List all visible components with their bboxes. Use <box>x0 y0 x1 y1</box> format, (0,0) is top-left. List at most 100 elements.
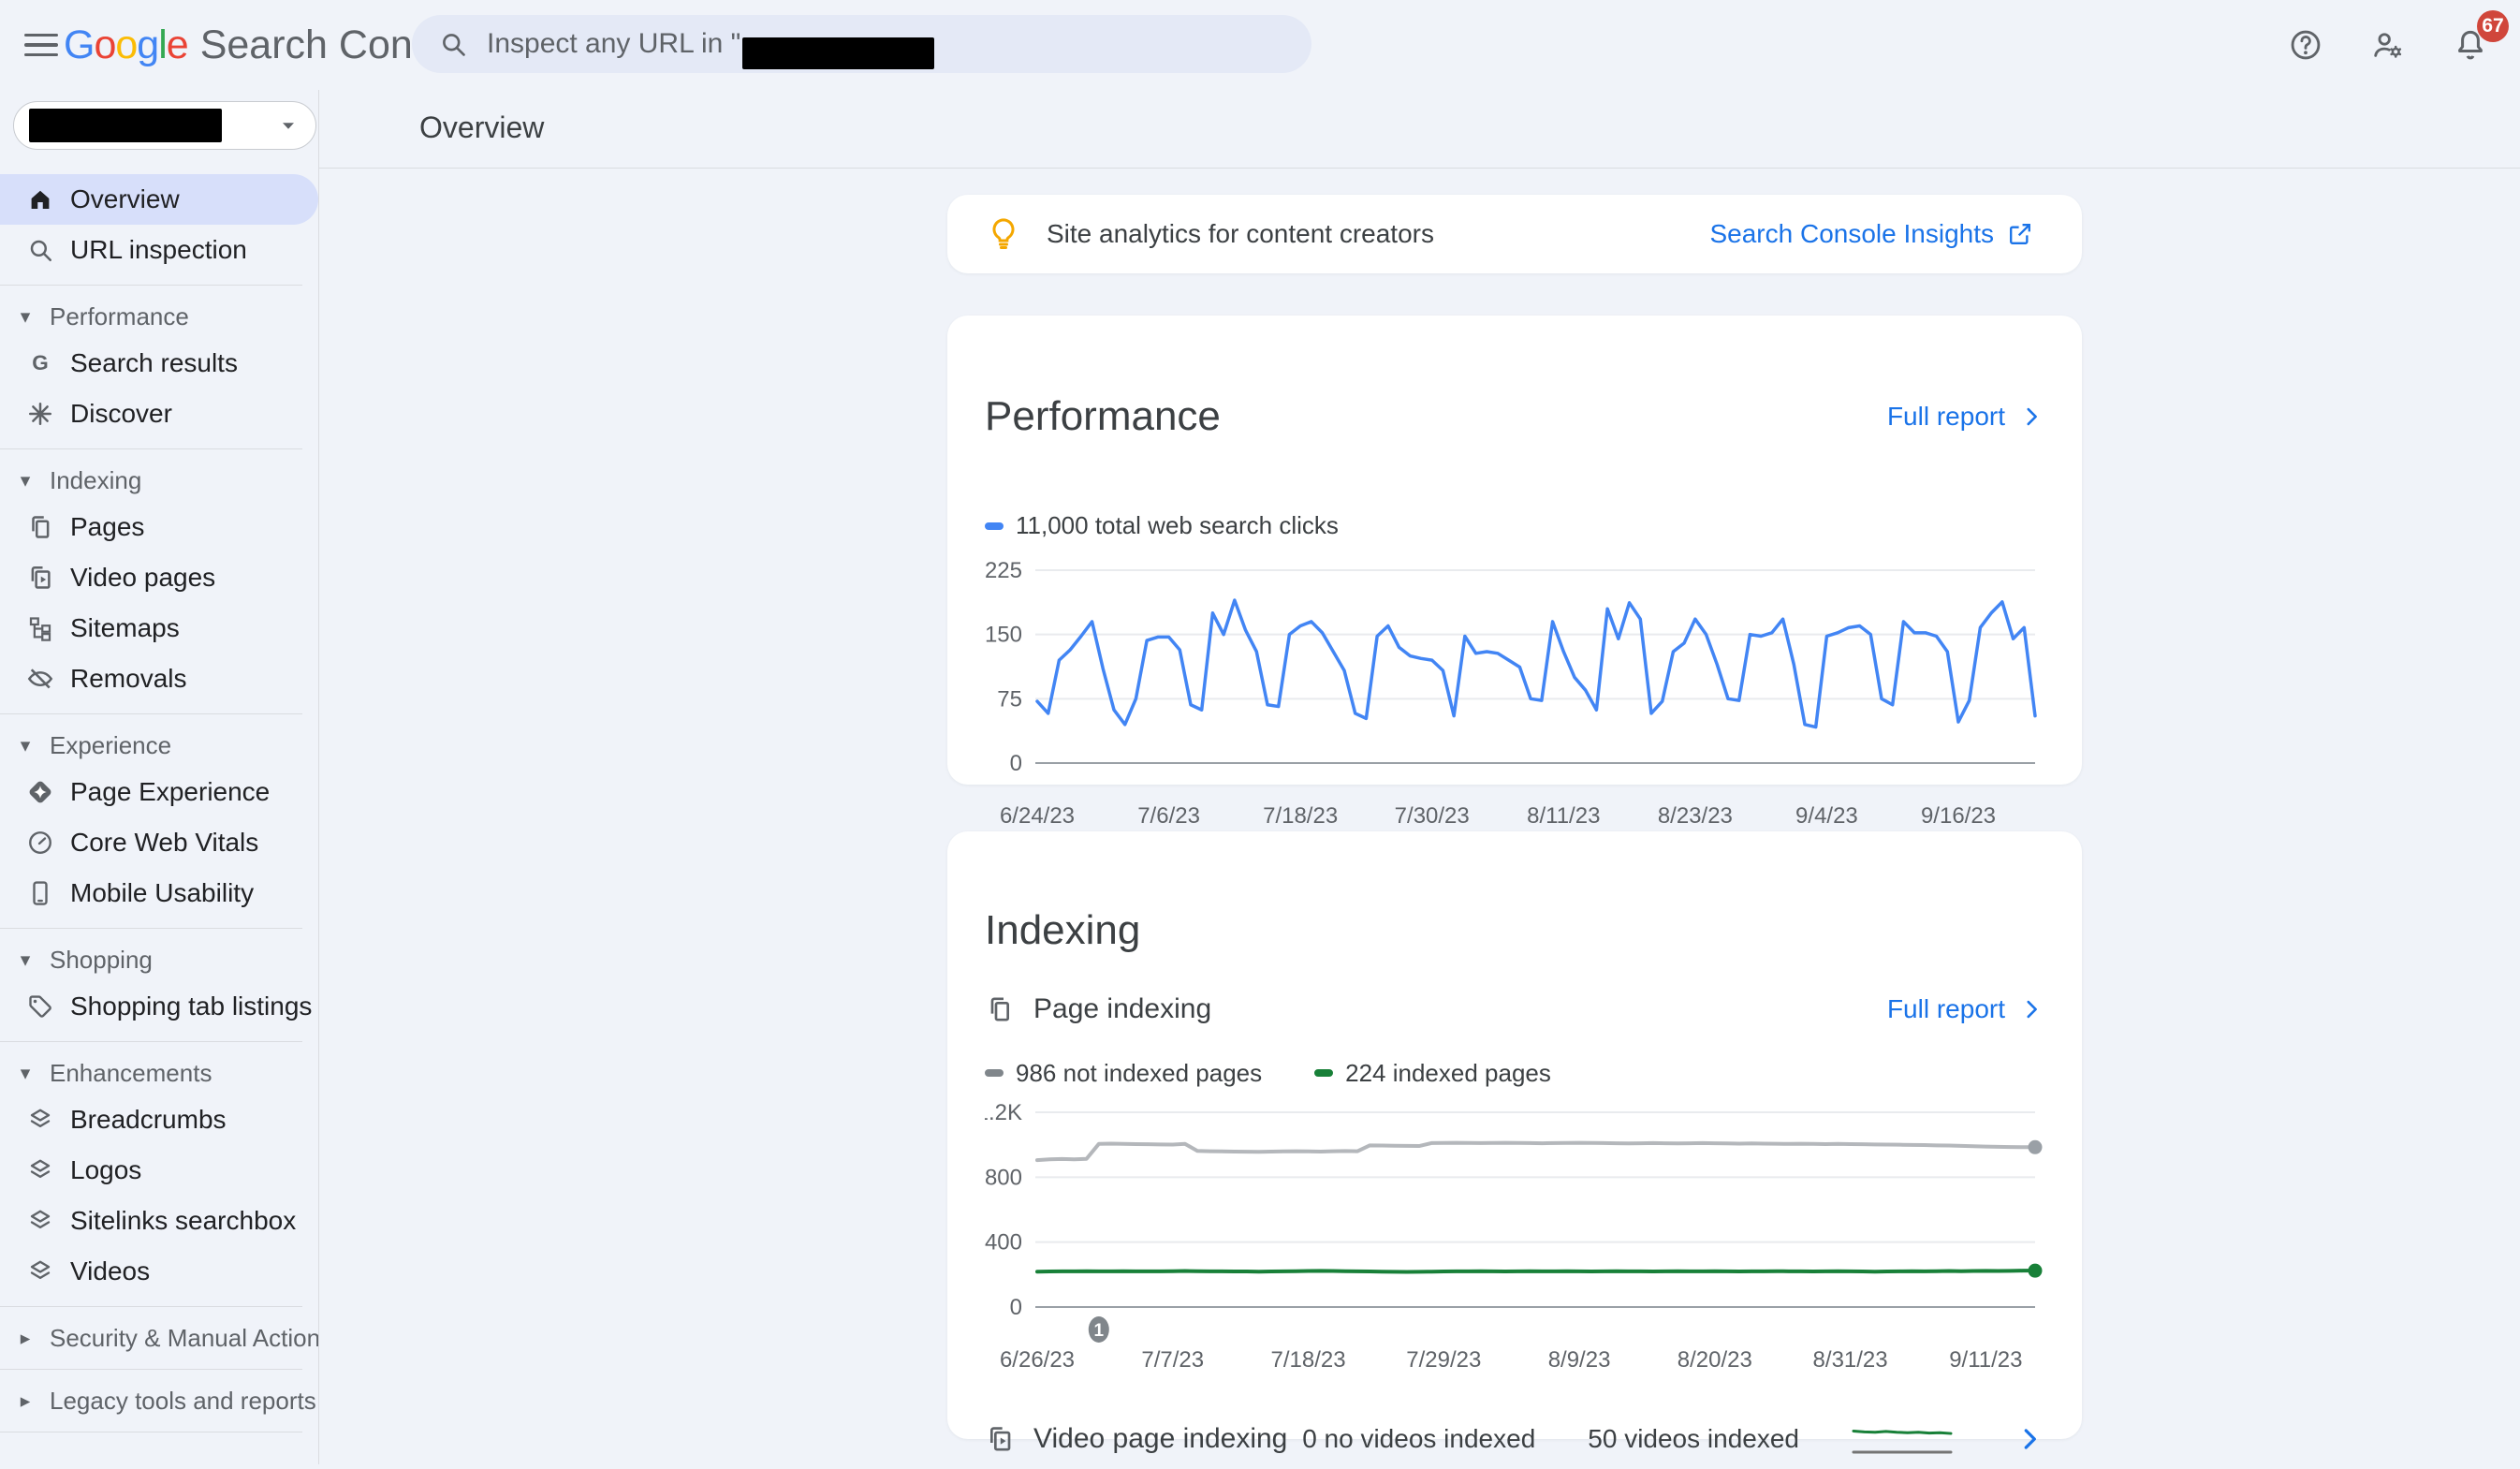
divider <box>0 448 302 449</box>
google-g-icon: G <box>26 349 54 377</box>
chevron-down-icon: ▾ <box>14 1062 37 1085</box>
notifications-bell-icon[interactable]: 67 <box>2449 23 2492 66</box>
videos-not-indexed-stat: 0 no videos indexed <box>1302 1424 1535 1454</box>
sidebar-section-performance[interactable]: ▾Performance <box>0 295 318 338</box>
legend-dash <box>985 1069 1004 1077</box>
sidebar-item-label: Sitelinks searchbox <box>70 1206 296 1236</box>
sidebar-item-url-inspection[interactable]: URL inspection <box>0 225 318 275</box>
sidebar-section-label: Indexing <box>50 466 141 495</box>
sidebar-item-removals[interactable]: Removals <box>0 654 318 704</box>
chevron-right-icon <box>2018 404 2044 430</box>
sidebar-section-shopping[interactable]: ▾Shopping <box>0 938 318 981</box>
chevron-right-icon: ▸ <box>14 1389 37 1413</box>
svg-text:8/11/23: 8/11/23 <box>1527 803 1600 829</box>
property-selector[interactable] <box>13 101 316 150</box>
svg-text:9/11/23: 9/11/23 <box>1949 1347 2022 1373</box>
lightbulb-icon <box>985 215 1022 253</box>
sidebar-item-overview[interactable]: Overview <box>0 174 318 225</box>
sidebar-nav: OverviewURL inspection▾PerformanceGSearc… <box>0 174 318 1432</box>
pages-icon <box>26 513 54 541</box>
sidebar-section-legacy-tools-and-reports[interactable]: ▸ Legacy tools and reports <box>0 1379 318 1422</box>
discover-icon <box>26 400 54 428</box>
main-menu-icon[interactable] <box>21 24 62 66</box>
chevron-right-icon: ▸ <box>14 1327 37 1350</box>
sidebar-section-indexing[interactable]: ▾Indexing <box>0 459 318 502</box>
sidebar-section-label: Performance <box>50 302 189 331</box>
sidebar-item-pages[interactable]: Pages <box>0 502 318 552</box>
svg-text:1: 1 <box>1094 1321 1105 1341</box>
manage-users-icon[interactable] <box>2366 23 2410 66</box>
search-console-insights-link[interactable]: Search Console Insights <box>1709 219 2033 249</box>
divider <box>0 1306 302 1307</box>
svg-text:800: 800 <box>985 1165 1022 1190</box>
sidebar-item-label: Pages <box>70 512 144 542</box>
svg-text:75: 75 <box>997 686 1022 712</box>
google-logo-letter: e <box>167 22 188 67</box>
google-logo-letter: G <box>64 22 94 67</box>
legend-label: 11,000 total web search clicks <box>1016 511 1339 540</box>
sidebar-item-videos[interactable]: Videos <box>0 1246 318 1297</box>
sidebar-section-label: Legacy tools and reports <box>50 1387 316 1416</box>
svg-text:0: 0 <box>1010 1295 1022 1320</box>
layers-icon <box>26 1207 54 1235</box>
legend-dash <box>985 522 1004 530</box>
dropdown-caret-icon <box>274 111 302 140</box>
svg-text:7/18/23: 7/18/23 <box>1270 1347 1345 1373</box>
sidebar-item-breadcrumbs[interactable]: Breadcrumbs <box>0 1094 318 1145</box>
legend-label: 224 indexed pages <box>1345 1059 1551 1088</box>
svg-text:6/24/23: 6/24/23 <box>1000 803 1075 829</box>
video-indexing-sparkline <box>1852 1420 1956 1458</box>
performance-card-title: Performance <box>985 393 1221 440</box>
sidebar-item-discover[interactable]: Discover <box>0 389 318 439</box>
layers-icon <box>26 1106 54 1134</box>
divider <box>0 1041 302 1042</box>
sidebar-item-label: Video pages <box>70 563 215 593</box>
svg-text:7/18/23: 7/18/23 <box>1263 803 1338 829</box>
sidebar-item-page-experience[interactable]: Page Experience <box>0 767 318 817</box>
chevron-down-icon: ▾ <box>14 734 37 757</box>
sidebar-item-video-pages[interactable]: Video pages <box>0 552 318 603</box>
sidebar-item-search-results[interactable]: GSearch results <box>0 338 318 389</box>
video-page-indexing-row[interactable]: Video page indexing 0 no videos indexed … <box>985 1409 2044 1469</box>
svg-text:7/7/23: 7/7/23 <box>1141 1347 1204 1373</box>
sidebar-item-label: Overview <box>70 184 180 214</box>
performance-full-report-link[interactable]: Full report <box>1887 402 2044 432</box>
annotation-marker[interactable]: 1 <box>1089 1316 1109 1343</box>
url-inspection-search-input[interactable]: Inspect any URL in " <box>412 15 1311 73</box>
open-in-new-icon <box>2007 221 2033 247</box>
performance-line-chart: 0751502256/24/237/6/237/18/237/30/238/11… <box>985 551 2044 837</box>
page-experience-icon <box>26 778 54 806</box>
home-icon <box>26 185 54 213</box>
sidebar-item-mobile-usability[interactable]: Mobile Usability <box>0 868 318 918</box>
sidebar-item-sitemaps[interactable]: Sitemaps <box>0 603 318 654</box>
divider <box>0 928 302 929</box>
sidebar-item-core-web-vitals[interactable]: Core Web Vitals <box>0 817 318 868</box>
sidebar-item-shopping-tab-listings[interactable]: Shopping tab listings <box>0 981 318 1032</box>
help-icon[interactable] <box>2284 23 2327 66</box>
performance-card: Performance Full report 11,000 total web… <box>947 316 2082 785</box>
svg-text:9/16/23: 9/16/23 <box>1921 803 1996 829</box>
video-pages-icon <box>26 564 54 592</box>
search-icon <box>438 29 468 59</box>
page-title: Overview <box>419 110 2520 145</box>
chevron-right-icon[interactable] <box>2015 1424 2044 1454</box>
svg-text:8/20/23: 8/20/23 <box>1678 1347 1752 1373</box>
search-placeholder: Inspect any URL in " <box>487 28 740 60</box>
sidebar-item-label: Discover <box>70 399 172 429</box>
page-indexing-line-chart: 04008001.2K6/26/237/7/237/18/237/29/238/… <box>985 1099 2044 1385</box>
indexing-card-title: Indexing <box>985 907 2044 954</box>
indexing-legend: 986 not indexed pages 224 indexed pages <box>985 1059 2044 1088</box>
sidebar-item-sitelinks-searchbox[interactable]: Sitelinks searchbox <box>0 1196 318 1246</box>
svg-text:8/23/23: 8/23/23 <box>1658 803 1733 829</box>
sidebar-section-enhancements[interactable]: ▾Enhancements <box>0 1051 318 1094</box>
indexing-full-report-link[interactable]: Full report <box>1887 994 2044 1024</box>
sidebar-section-security-and-manual-actions[interactable]: ▸Security & Manual Actions <box>0 1316 318 1359</box>
sidebar-section-label: Experience <box>50 731 171 760</box>
redacted-property-url <box>742 37 934 69</box>
svg-text:1.2K: 1.2K <box>985 1100 1022 1125</box>
core-web-vitals-icon <box>26 829 54 857</box>
sidebar-section-experience[interactable]: ▾ Experience <box>0 724 318 767</box>
legend-dash <box>1314 1069 1333 1077</box>
sidebar-item-logos[interactable]: Logos <box>0 1145 318 1196</box>
chevron-down-icon: ▾ <box>14 948 37 972</box>
